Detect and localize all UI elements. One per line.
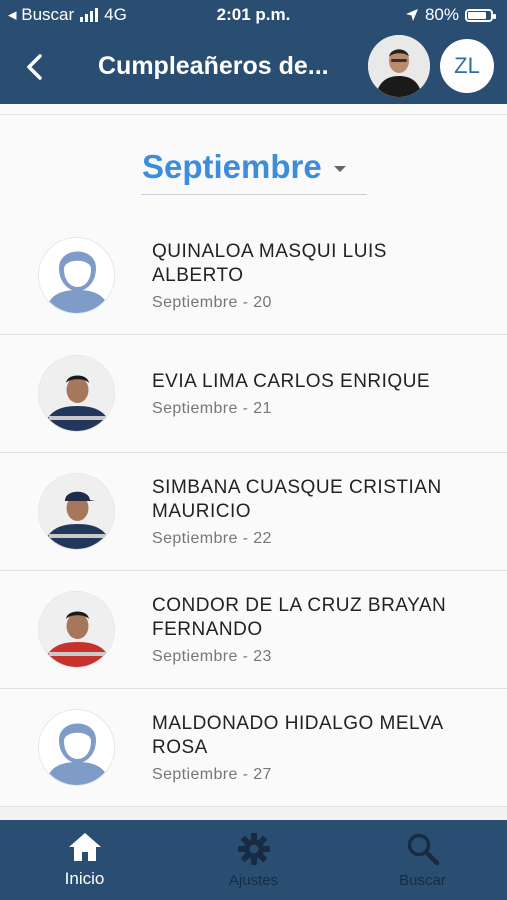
worker-photo-icon	[39, 592, 114, 667]
default-avatar-icon	[39, 238, 114, 313]
person-avatar	[38, 355, 115, 432]
nav-label-buscar: Buscar	[399, 871, 446, 889]
birthday-date: Septiembre - 23	[152, 647, 272, 665]
birthday-row[interactable]: EVIA LIMA CARLOS ENRIQUE Septiembre - 21	[0, 335, 507, 453]
person-name: SIMBANA CUASQUE CRISTIAN MAURICIO	[152, 476, 442, 522]
app-bar: Cumpleañeros de... ZL	[0, 30, 507, 104]
battery-percent: 80%	[424, 5, 459, 24]
nav-label-ajustes: Ajustes	[228, 871, 279, 889]
birthday-row-text: CONDOR DE LA CRUZ BRAYAN FERNANDO Septiem…	[152, 571, 482, 688]
month-section: Septiembre	[0, 104, 507, 218]
birthday-date: Septiembre - 27	[152, 765, 272, 783]
birthday-date: Septiembre - 20	[152, 293, 272, 311]
birthday-row-text: SIMBANA CUASQUE CRISTIAN MAURICIO Septiem…	[152, 453, 482, 570]
birthday-row-text: EVIA LIMA CARLOS ENRIQUE Septiembre - 21	[152, 335, 482, 452]
person-avatar	[38, 709, 115, 786]
person-name: EVIA LIMA CARLOS ENRIQUE	[152, 370, 431, 392]
person-name: QUINALOA MASQUI LUIS ALBERTO	[152, 240, 387, 286]
person-avatar	[38, 473, 115, 550]
user-initials-badge[interactable]: ZL	[440, 39, 494, 93]
bottom-navigation: Inicio Ajustes Buscar	[0, 820, 507, 900]
status-bar: ◂ Buscar 4G 2:01 p.m. 80%	[0, 0, 507, 30]
page-title: Cumpleañeros de...	[98, 52, 329, 80]
user-avatar[interactable]	[368, 35, 430, 97]
month-dropdown[interactable]: Septiembre	[141, 140, 367, 195]
birthday-row[interactable]: SIMBANA CUASQUE CRISTIAN MAURICIO Septiem…	[0, 453, 507, 571]
person-name: MALDONADO HIDALGO MELVA ROSA	[152, 712, 443, 758]
network-type: 4G	[104, 5, 127, 24]
birthday-date: Septiembre - 22	[152, 529, 272, 547]
birthday-row[interactable]: CONDOR DE LA CRUZ BRAYAN FERNANDO Septiem…	[0, 571, 507, 689]
person-avatar	[38, 591, 115, 668]
birthday-row-text: MALDONADO HIDALGO MELVA ROSA Septiembre -…	[152, 689, 482, 806]
nav-item-ajustes[interactable]: Ajustes	[169, 820, 338, 900]
birthday-row[interactable]: QUINALOA MASQUI LUIS ALBERTO Septiembre -…	[0, 217, 507, 335]
chevron-left-icon	[27, 54, 42, 80]
back-button[interactable]	[18, 48, 50, 86]
battery-icon	[465, 8, 496, 22]
person-name: CONDOR DE LA CRUZ BRAYAN FERNANDO	[152, 594, 447, 640]
birthday-date: Septiembre - 21	[152, 399, 272, 417]
worker-photo-icon	[39, 474, 114, 549]
person-avatar	[38, 237, 115, 314]
search-icon	[407, 833, 439, 865]
birthday-row-text: QUINALOA MASQUI LUIS ALBERTO Septiembre -…	[152, 217, 482, 334]
nav-label-inicio: Inicio	[64, 869, 105, 888]
birthday-list: QUINALOA MASQUI LUIS ALBERTO Septiembre -…	[0, 217, 507, 807]
birthday-row[interactable]: MALDONADO HIDALGO MELVA ROSA Septiembre -…	[0, 689, 507, 807]
worker-photo-icon	[39, 356, 114, 431]
signal-icon	[80, 8, 99, 22]
divider	[0, 114, 507, 115]
back-to-app-link[interactable]: ◂ Buscar	[8, 5, 74, 25]
user-photo-icon	[368, 35, 430, 97]
gear-icon	[237, 832, 270, 865]
default-avatar-icon	[39, 710, 114, 785]
home-icon	[68, 833, 101, 861]
location-icon	[405, 9, 418, 21]
nav-item-buscar[interactable]: Buscar	[338, 820, 507, 900]
nav-item-inicio[interactable]: Inicio	[0, 820, 169, 900]
month-selected-value: Septiembre	[142, 148, 322, 185]
dropdown-caret-icon	[333, 166, 346, 172]
